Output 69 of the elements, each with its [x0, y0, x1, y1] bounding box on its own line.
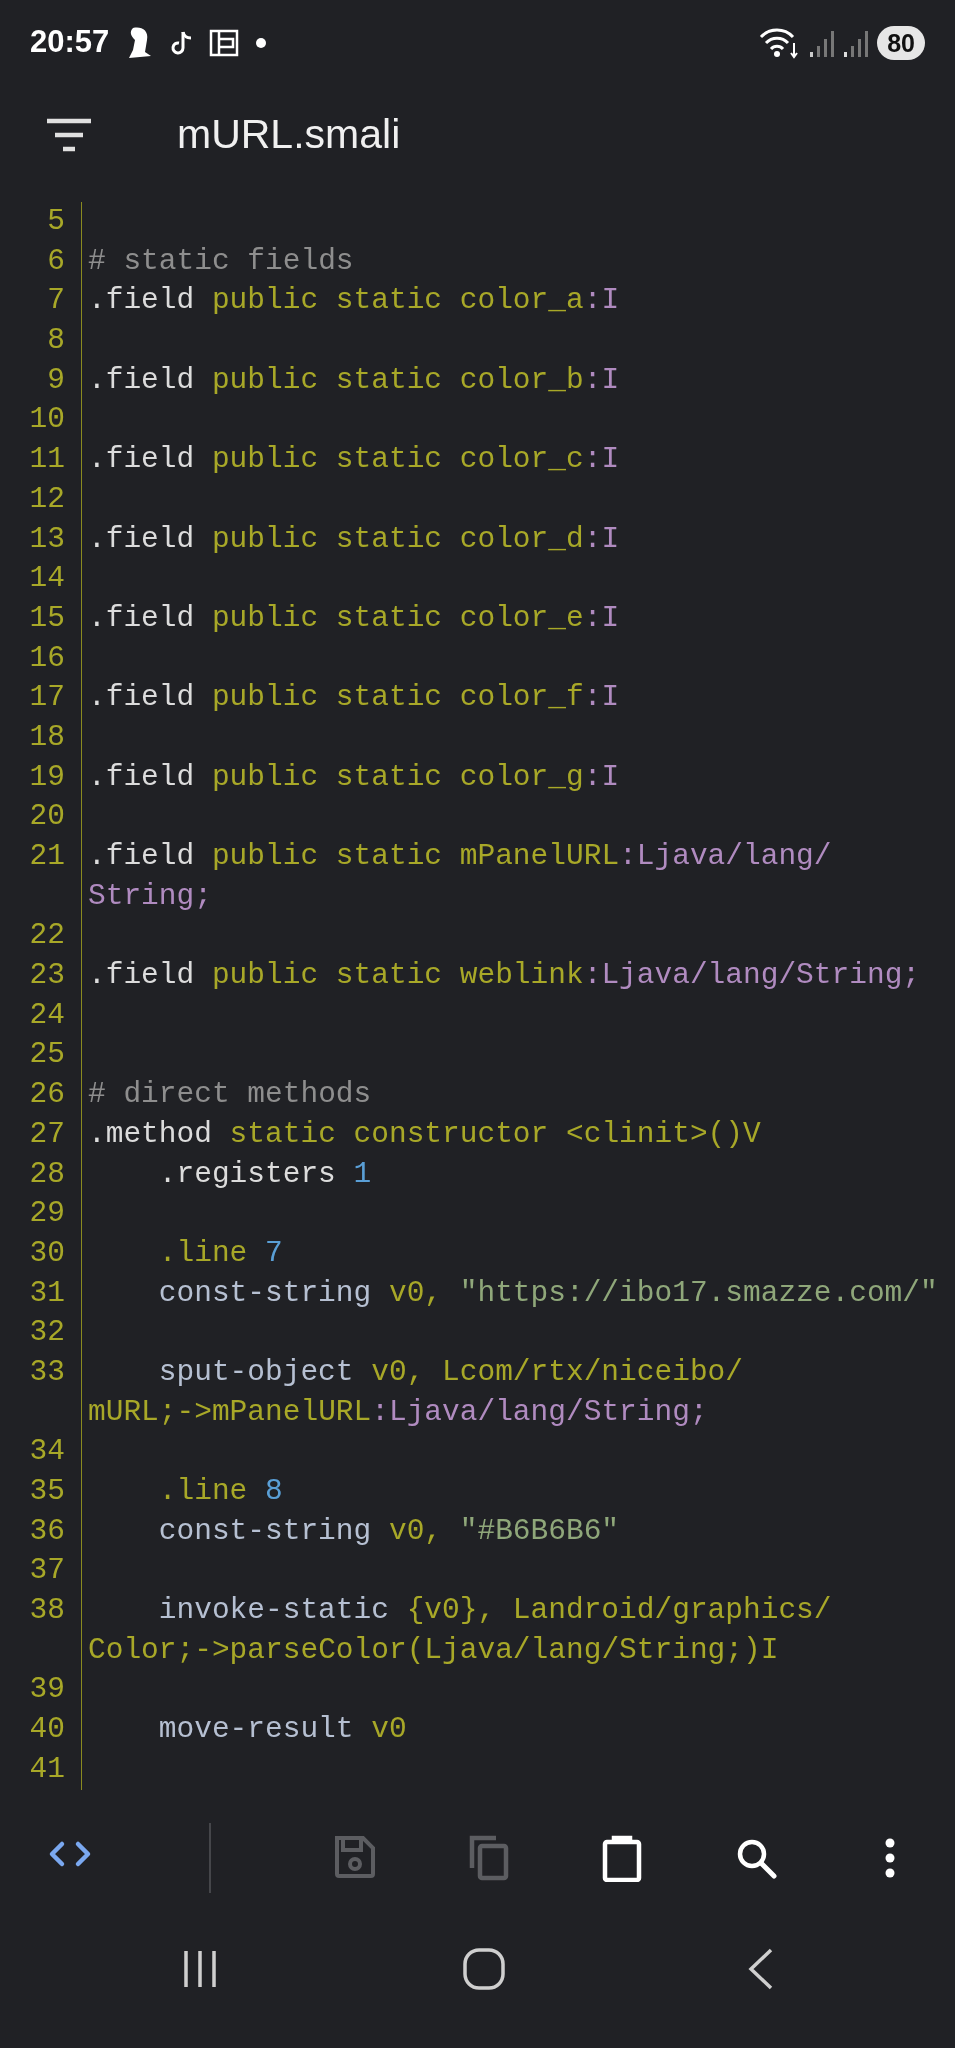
- line-number: 24: [29, 997, 65, 1032]
- line-number: 17: [29, 680, 65, 715]
- code-line: mURL;->mPanelURL:Ljava/lang/String;: [87, 1393, 708, 1431]
- line-number: 30: [29, 1235, 65, 1270]
- code-line: const-string v0, "#B6B6B6": [157, 1512, 620, 1550]
- line-number: 35: [29, 1474, 65, 1508]
- line-number: 15: [29, 600, 65, 635]
- line-number: 14: [29, 561, 65, 596]
- code-line: .field public static color_b:I: [87, 361, 620, 399]
- line-number: 7: [47, 283, 65, 318]
- code-line: move-result v0: [157, 1711, 407, 1749]
- code-line: const-string v0, "https://ibo17.smazze.com/": [157, 1274, 938, 1312]
- home-icon[interactable]: [462, 1948, 505, 1990]
- line-number: 18: [29, 719, 65, 754]
- battery-indicator: 80: [877, 25, 925, 60]
- line-number: 33: [29, 1354, 65, 1389]
- line-number: 13: [29, 521, 65, 556]
- code-line: .method static constructor <clinit>()V: [87, 1115, 761, 1153]
- line-number: 5: [47, 204, 65, 238]
- code-line: Color;->parseColor(Ljava/lang/String;)I: [87, 1631, 779, 1669]
- line-number: 20: [29, 799, 65, 834]
- code-line: sput-object v0, Lcom/rtx/niceibo/: [157, 1353, 743, 1391]
- line-number: 6: [47, 243, 65, 278]
- line-number: 38: [29, 1593, 65, 1628]
- file-title: mURL.smali: [177, 110, 401, 160]
- line-number: 16: [29, 640, 65, 675]
- line-number: 41: [29, 1751, 65, 1786]
- music-note-icon: [171, 29, 194, 56]
- line-number: 36: [29, 1513, 65, 1548]
- code-line: .line 7: [157, 1234, 283, 1272]
- line-number: 12: [29, 481, 65, 516]
- line-number: 11: [29, 442, 65, 477]
- code-line: .field public static weblink:Ljava/lang/String;: [87, 957, 921, 995]
- line-number: 19: [29, 759, 65, 794]
- code-line: # static fields: [87, 242, 354, 280]
- wallet-icon: [209, 28, 240, 57]
- line-number: 32: [29, 1315, 65, 1350]
- code-line: .field public static color_f:I: [87, 679, 620, 717]
- back-icon[interactable]: [747, 1948, 775, 1990]
- line-number: 29: [29, 1196, 65, 1231]
- filter-icon[interactable]: [45, 117, 93, 153]
- line-number: 25: [29, 1037, 65, 1072]
- line-number: 27: [29, 1116, 65, 1151]
- line-number: 28: [29, 1156, 65, 1191]
- line-number: 37: [29, 1553, 65, 1588]
- line-number: 39: [29, 1672, 65, 1707]
- code-line: .field public static color_c:I: [87, 441, 620, 479]
- line-number: 26: [29, 1077, 65, 1112]
- code-line: .field public static mPanelURL:Ljava/lang/: [87, 838, 832, 875]
- line-number: 22: [29, 918, 65, 953]
- line-number: 40: [29, 1712, 65, 1747]
- line-number: 8: [47, 323, 65, 358]
- line-number: 10: [29, 402, 65, 437]
- line-number: 21: [29, 839, 65, 873]
- line-number: 34: [29, 1434, 65, 1469]
- line-number: 9: [47, 362, 65, 397]
- code-line: .line 8: [157, 1473, 283, 1510]
- code-line: invoke-static {v0}, Landroid/graphics/: [157, 1592, 832, 1630]
- code-line: .field public static color_a:I: [87, 282, 620, 320]
- code-line: .field public static color_e:I: [87, 599, 620, 637]
- code-line: .registers 1: [157, 1155, 372, 1193]
- status-time: 20:57: [30, 23, 110, 62]
- code-line: .field public static color_d:I: [87, 520, 620, 558]
- code-line: .field public static color_g:I: [87, 758, 620, 796]
- code-line: String;: [87, 877, 212, 915]
- line-number: 23: [29, 958, 65, 993]
- line-number: 31: [29, 1275, 65, 1310]
- code-line: # direct methods: [87, 1076, 372, 1114]
- dot-icon: [255, 36, 268, 49]
